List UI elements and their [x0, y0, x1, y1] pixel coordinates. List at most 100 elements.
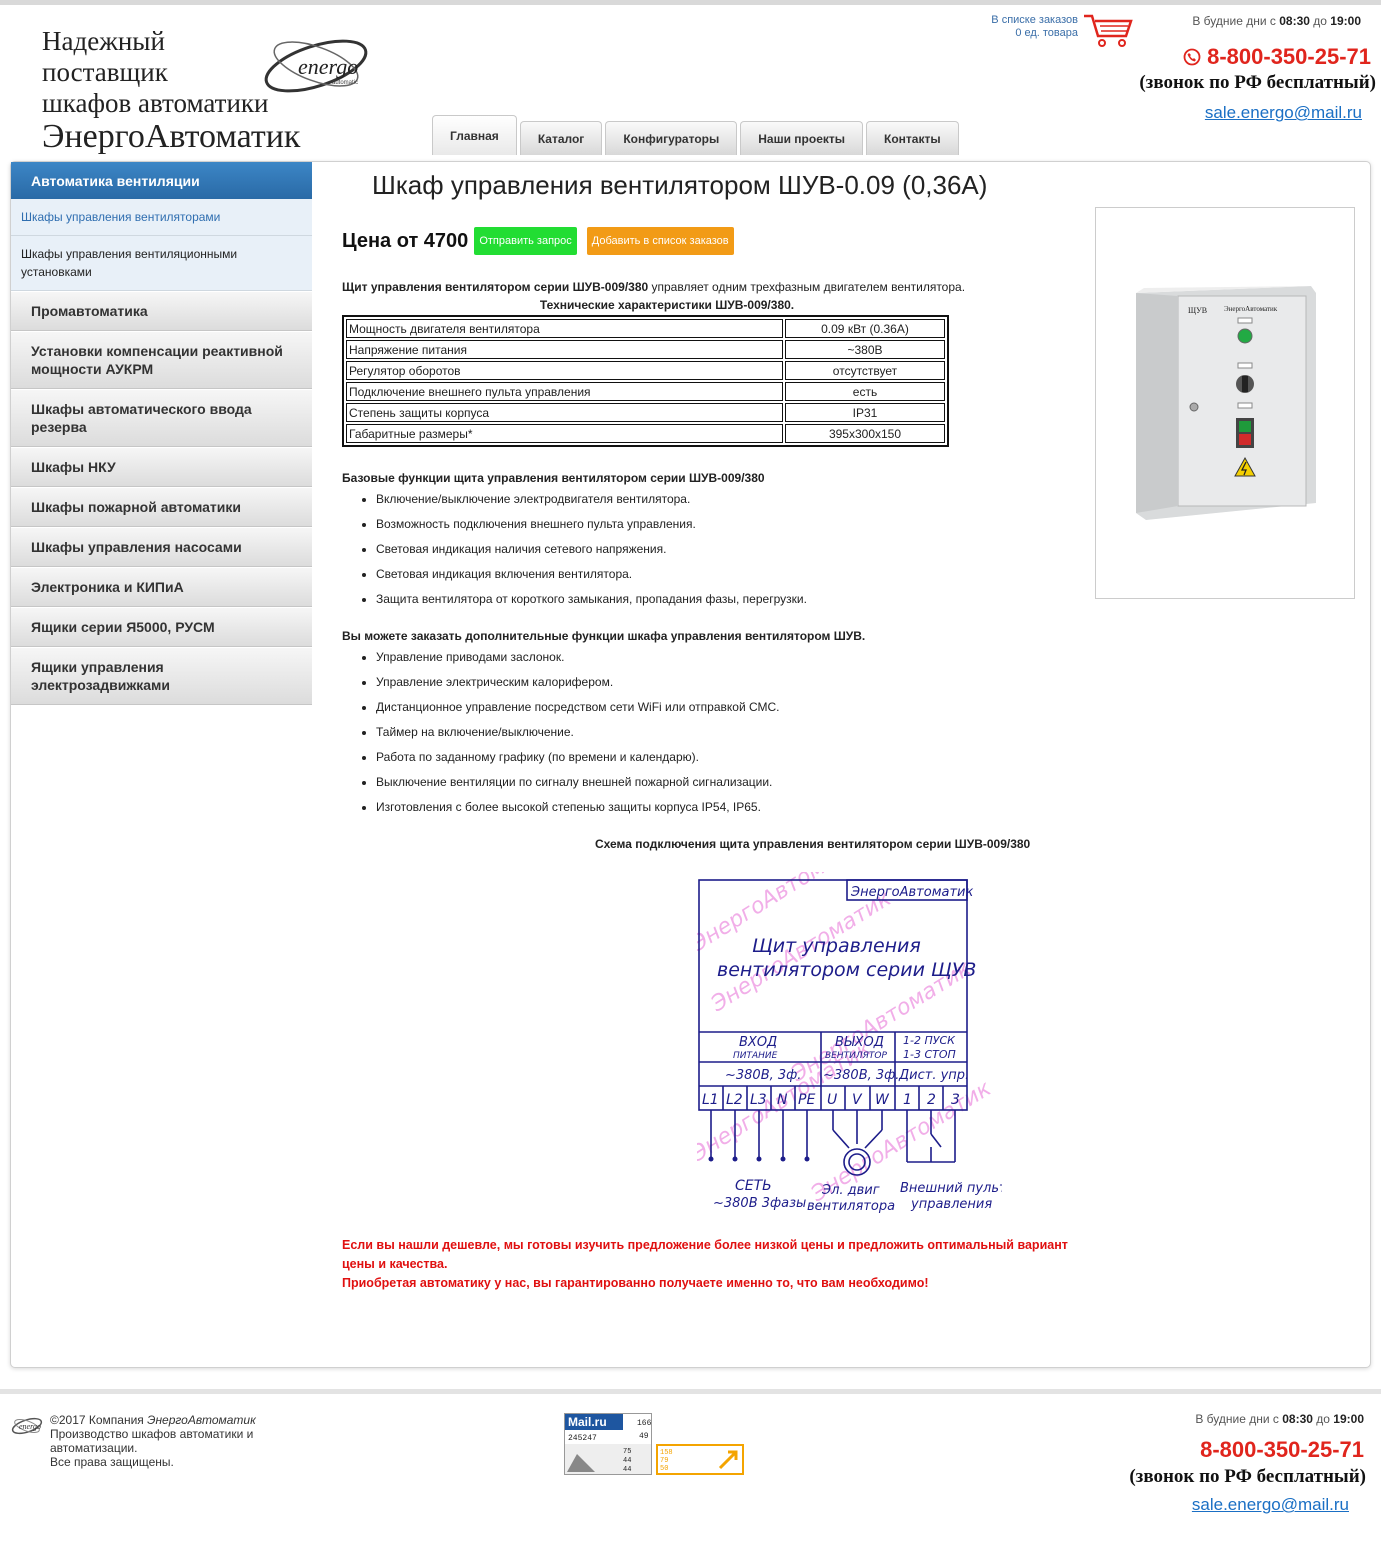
energo-logo[interactable]: energo automatic [260, 28, 372, 100]
terminal-label: U [827, 1092, 837, 1108]
footer-logo-text: energo [19, 1422, 41, 1431]
list-item: Возможность подключения внешнего пульта … [376, 512, 807, 537]
footer-copyright: ©2017 Компания ЭнергоАвтоматик Производс… [50, 1413, 256, 1469]
scheme-ctrl-1: 1-2 ПУСК [903, 1034, 956, 1047]
terminal-label: L1 [702, 1092, 719, 1108]
mailru-counter-icon: Mail.ru 166 49 245247 75 44 44 [565, 1414, 652, 1474]
terminal-label: 1 [903, 1092, 912, 1108]
cart-icon[interactable] [1082, 12, 1134, 48]
tab-configurators[interactable]: Конфигураторы [605, 121, 738, 155]
scheme-voltage-ctrl: Дист. упр. [898, 1068, 969, 1083]
cart-label[interactable]: В списке заказов [991, 14, 1078, 27]
sidebar-item-electronics[interactable]: Электроника и КИПиА [11, 567, 312, 607]
logo-subtext: automatic [332, 80, 358, 86]
liveinternet-counter[interactable]: 158 79 50 [656, 1444, 744, 1475]
svg-text:50: 50 [660, 1465, 668, 1473]
terminal-label: L3 [750, 1092, 767, 1108]
scheme-in-sub: ПИТАНИЕ [733, 1051, 778, 1061]
price-row: Цена от 4700 Отправить запрос Добавить в… [342, 227, 734, 255]
logo-text: energo [298, 54, 358, 79]
sidebar-item-industrial[interactable]: Промавтоматика [11, 291, 312, 331]
intro-text: Щит управления вентилятором серии ШУВ-00… [342, 280, 966, 294]
terminal-label: 3 [951, 1092, 960, 1108]
scheme-voltage-in: ~380В, 3ф. [725, 1068, 801, 1083]
product-image[interactable]: ЩУВ ЭнергоАвтоматик [1095, 207, 1355, 599]
svg-text:44: 44 [623, 1466, 631, 1474]
sidebar: Автоматика вентиляции Шкафы управления в… [11, 162, 312, 705]
slogan-brand: ЭнергоАвтоматик [42, 118, 301, 155]
svg-text:79: 79 [660, 1457, 668, 1465]
svg-text:158: 158 [660, 1449, 673, 1457]
scheme-net-1: СЕТЬ [735, 1178, 772, 1194]
extra-functions-title: Вы можете заказать дополнительные функци… [342, 629, 866, 643]
list-item: Световая индикация наличия сетевого напр… [376, 537, 807, 562]
terminal-label: V [852, 1092, 863, 1108]
list-item: Защита вентилятора от короткого замыкани… [376, 587, 807, 612]
scheme-net-2: ~380В 3фазы [713, 1196, 806, 1211]
mailru-counter[interactable]: Mail.ru 166 49 245247 75 44 44 [564, 1413, 652, 1475]
price-guarantee-notice: Если вы нашли дешевле, мы готовы изучить… [342, 1238, 1068, 1290]
sidebar-item-pumps[interactable]: Шкафы управления насосами [11, 527, 312, 567]
table-row: Степень защиты корпуса IP31 [346, 403, 945, 422]
sidebar-head-ventilation[interactable]: Автоматика вентиляции [11, 162, 312, 199]
phone-number[interactable]: 8-800-350-25-71 [1207, 44, 1371, 70]
list-item: Работа по заданному графику (по времени … [376, 745, 865, 770]
free-call-note: (звонок по РФ бесплатный) [1139, 72, 1376, 93]
list-item: Выключение вентиляции по сигналу внешней… [376, 770, 865, 795]
sidebar-item-fire[interactable]: Шкафы пожарной автоматики [11, 487, 312, 527]
scheme-in-label: ВХОД [739, 1035, 777, 1050]
scheme-out-label: ВЫХОД [835, 1035, 884, 1050]
footer-logo[interactable]: energo [10, 1414, 44, 1438]
cart-count[interactable]: 0 ед. товара [991, 27, 1078, 40]
footer-phone[interactable]: 8-800-350-25-71 [1200, 1437, 1364, 1463]
cabinet-label-right: ЭнергоАвтоматик [1224, 305, 1278, 313]
tab-contacts[interactable]: Контакты [866, 121, 959, 155]
scheme-ctrl-2: 1-3 СТОП [903, 1048, 956, 1061]
list-item: Включение/выключение электродвигателя ве… [376, 487, 807, 512]
sidebar-item-valves[interactable]: Ящики управления электрозадвижками [11, 647, 312, 705]
scheme-title-2: вентилятором серии ЩУВ [717, 959, 976, 981]
add-to-list-button[interactable]: Добавить в список заказов [586, 227, 734, 255]
scheme-title-1: Щит управления [752, 935, 921, 957]
terminal-label: 2 [927, 1092, 936, 1108]
list-item: Управление приводами заслонок. [376, 645, 865, 670]
list-item: Световая индикация включения вентилятора… [376, 562, 807, 587]
sidebar-item-ya5000[interactable]: Ящики серии Я5000, РУСМ [11, 607, 312, 647]
list-item: Дистанционное управление посредством сет… [376, 695, 865, 720]
svg-text:75: 75 [623, 1448, 631, 1456]
sidebar-item-aukrm[interactable]: Установки компенсации реактивной мощност… [11, 331, 312, 389]
svg-text:245247: 245247 [568, 1434, 597, 1443]
base-functions-title: Базовые функции щита управления вентилят… [342, 471, 765, 485]
send-request-button[interactable]: Отправить запрос [474, 227, 577, 255]
terminal-label: PE [798, 1092, 815, 1108]
svg-text:Mail.ru: Mail.ru [568, 1415, 607, 1429]
table-row: Напряжение питания ~380В [346, 340, 945, 359]
table-row: Габаритные размеры* 395х300х150 [346, 424, 945, 443]
specs-title: Технические характеристики ШУВ-009/380. [539, 298, 795, 312]
main-nav: Главная Каталог Конфигураторы Наши проек… [432, 115, 959, 155]
sidebar-subitem-vent-units[interactable]: Шкафы управления вентиляционными установ… [11, 236, 312, 291]
specs-table: Мощность двигателя вентилятора 0.09 кВт (… [342, 315, 949, 447]
footer-email-link[interactable]: sale.energo@mail.ru [1192, 1495, 1349, 1515]
table-row: Подключение внешнего пульта управления ес… [346, 382, 945, 401]
scheme-remote-2: управления [910, 1197, 992, 1212]
work-hours: В будние дни с 08:30 до 19:00 [1192, 14, 1361, 28]
table-row: Мощность двигателя вентилятора 0.09 кВт (… [346, 319, 945, 338]
sidebar-item-nku[interactable]: Шкафы НКУ [11, 447, 312, 487]
scheme-voltage-out: ~380В, 3ф. [823, 1068, 899, 1083]
scheme-motor-1: Эл. двиг [821, 1183, 880, 1198]
page-title: Шкаф управления вентилятором ШУВ-0.09 (0… [372, 170, 988, 200]
scheme-motor-2: вентилятора [807, 1199, 895, 1214]
tab-projects[interactable]: Наши проекты [740, 121, 864, 155]
header-email-link[interactable]: sale.energo@mail.ru [1205, 103, 1362, 123]
terminal-label: L2 [726, 1092, 743, 1108]
tab-home[interactable]: Главная [432, 115, 517, 155]
svg-text:166: 166 [637, 1419, 651, 1428]
tab-catalog[interactable]: Каталог [519, 121, 603, 155]
header-phone[interactable]: 8-800-350-25-71 [1183, 44, 1371, 70]
list-item: Управление электрическим калорифером. [376, 670, 865, 695]
scheme-title: Схема подключения щита управления вентил… [595, 837, 1031, 851]
sidebar-subitem-fan-cabinets[interactable]: Шкафы управления вентиляторами [11, 199, 312, 236]
sidebar-item-avr[interactable]: Шкафы автоматического ввода резерва [11, 389, 312, 447]
cart-widget[interactable]: В списке заказов 0 ед. товара [960, 14, 1140, 54]
